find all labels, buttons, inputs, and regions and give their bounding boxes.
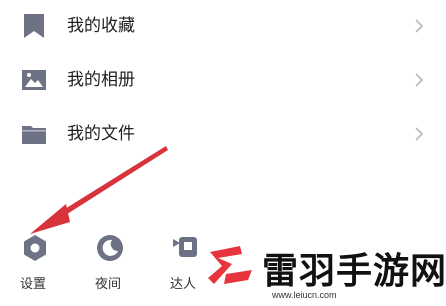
watermark-text: 雷羽手游网 bbox=[262, 251, 446, 292]
watermark: 雷羽手游网 www.leiucn.com bbox=[200, 236, 446, 306]
watermark-logo bbox=[208, 246, 252, 284]
watermark-url: www.leiucn.com bbox=[272, 290, 337, 300]
